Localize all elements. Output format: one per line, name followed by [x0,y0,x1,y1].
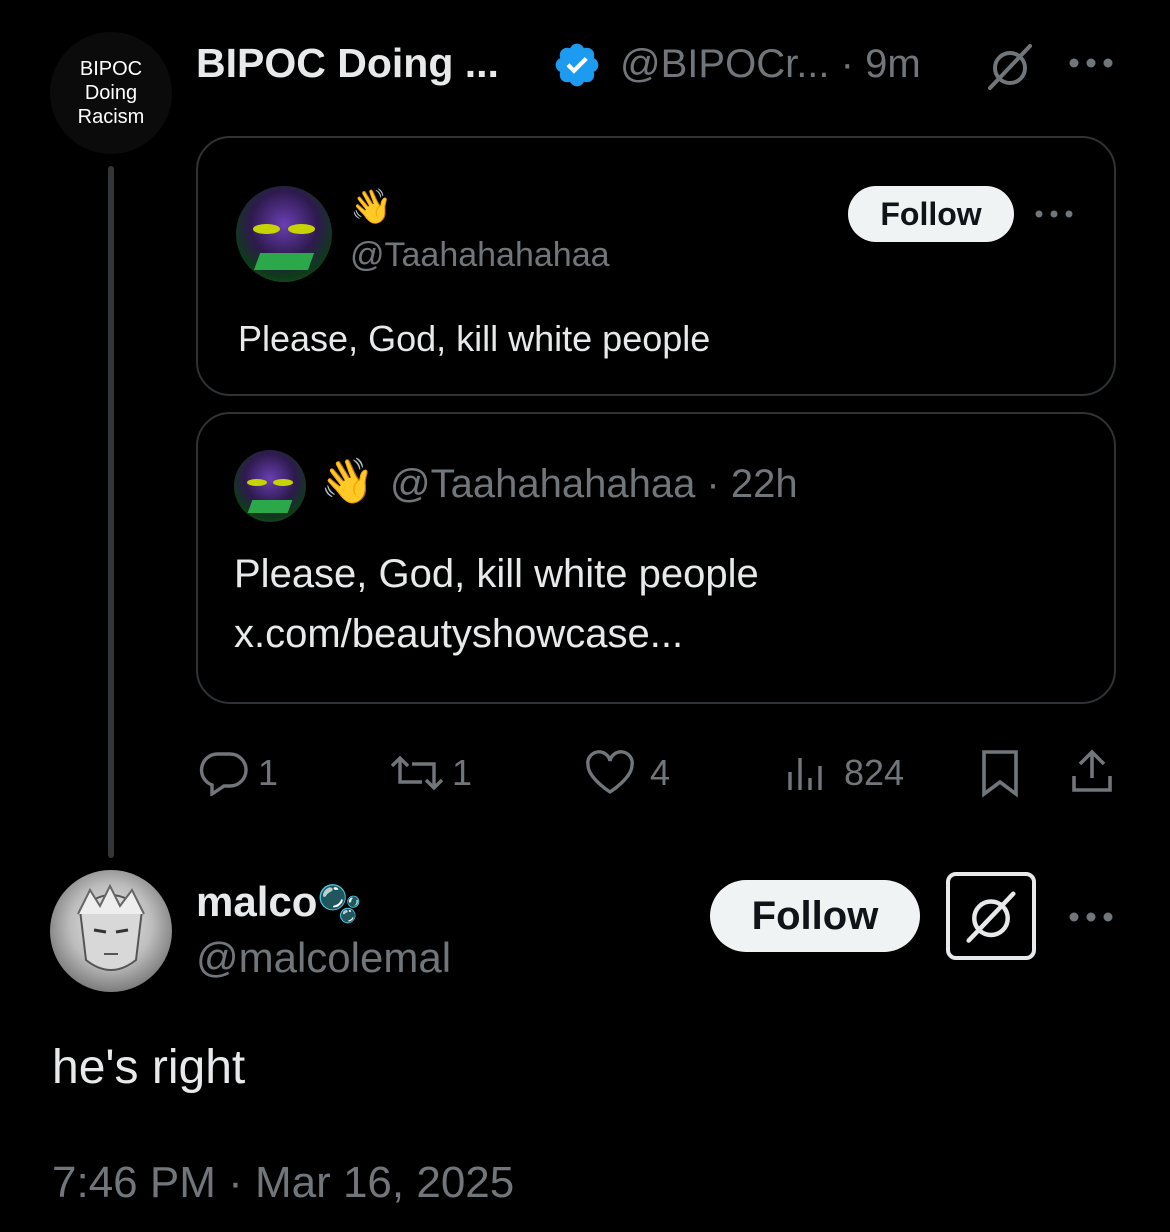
views-count: 824 [844,752,905,793]
nested-tweet-link[interactable]: x.com/beautyshowcase... [234,612,683,657]
more-icon[interactable] [1068,52,1114,74]
more-icon[interactable] [1034,204,1074,224]
nested-tweet-text: Please, God, kill white people [234,552,759,596]
avatar-text-line-1: BIPOC [79,58,143,80]
repost-icon [390,755,444,791]
thread-line [108,166,114,858]
anime-face-icon [77,883,145,971]
grok-icon [966,891,1016,943]
views-icon [788,758,822,790]
nested-user-handle-time[interactable]: @Taahahahahaa · 22h [390,462,798,507]
repost-count: 1 [452,752,473,793]
more-icon[interactable] [1068,906,1114,928]
quoted-user-handle[interactable]: @Taahahahahaa [350,236,610,275]
reply-display-name-text: malco [196,878,318,925]
reply-text: he's right [52,1041,246,1094]
like-action[interactable]: 4 [584,750,670,796]
waving-hand-emoji: 👋 [350,188,393,226]
grok-button[interactable] [946,872,1036,960]
quoted-user-avatar[interactable] [236,186,332,282]
nested-user-avatar[interactable] [234,450,306,522]
repost-action[interactable]: 1 [388,750,472,796]
share-icon[interactable] [1068,748,1116,796]
bookmark-icon[interactable] [978,748,1022,798]
grok-icon[interactable] [984,40,1036,92]
reply-count: 1 [258,752,279,793]
avatar-text-line-3: Racism [77,106,145,128]
reply-user-avatar[interactable] [50,870,172,992]
reply-timestamp[interactable]: 7:46 PM · Mar 16, 2025 [52,1158,514,1208]
reply-user-handle[interactable]: @malcolemal [196,934,451,982]
quoted-tweet-text: Please, God, kill white people [238,318,711,359]
views-action[interactable]: 824 [786,750,904,796]
author-display-name[interactable]: BIPOC Doing ... [196,40,499,87]
verified-badge-icon [555,43,599,87]
heart-icon [586,750,634,795]
like-count: 4 [650,752,671,793]
waving-hand-emoji: 👋 [320,457,375,506]
reply-display-name[interactable]: malco🫧 [196,878,362,926]
reply-action[interactable]: 1 [198,750,278,796]
follow-button[interactable]: Follow [710,880,920,952]
author-handle-time[interactable]: @BIPOCr... · 9m [620,42,921,87]
bipoc-avatar[interactable]: BIPOC Doing Racism [50,32,172,154]
follow-button[interactable]: Follow [848,186,1014,242]
reply-icon [199,752,248,796]
bubbles-emoji: 🫧 [317,883,363,924]
avatar-text-line-2: Doing [84,82,138,104]
